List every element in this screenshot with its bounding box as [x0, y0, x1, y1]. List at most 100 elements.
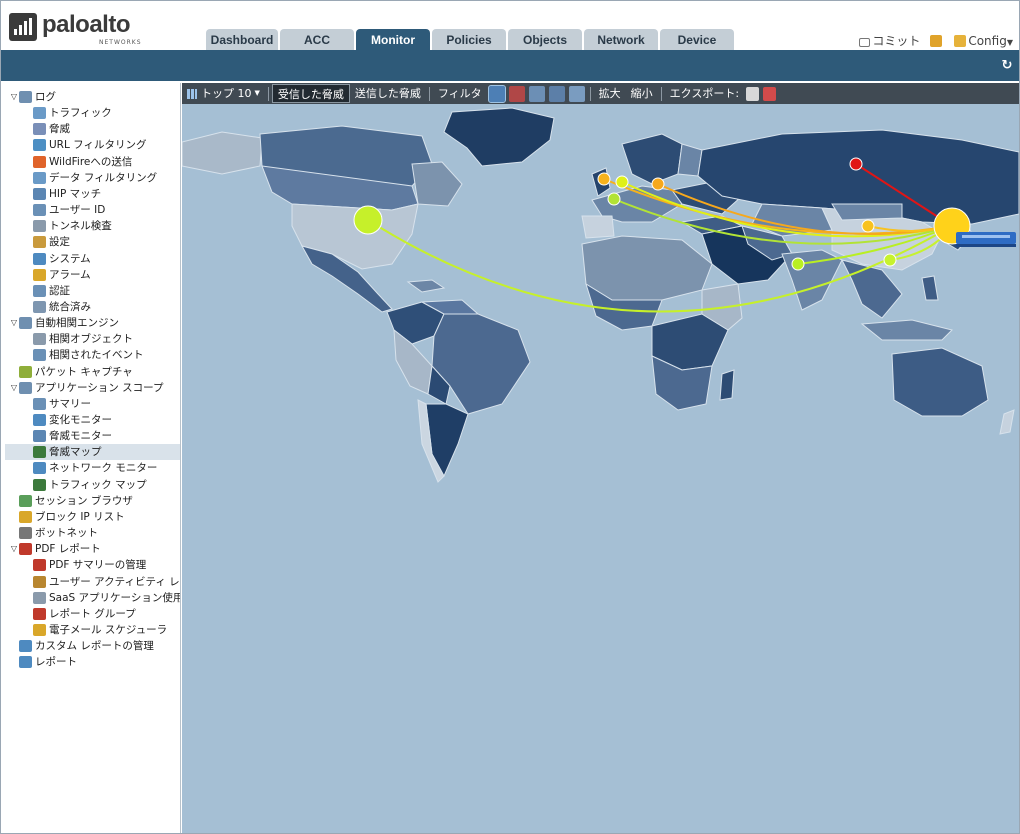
sidebar-item-label: ユーザー ID: [49, 204, 106, 217]
sidebar-item[interactable]: ▽ アプリケーション スコープ: [5, 380, 180, 396]
export-label: エクスポート:: [669, 87, 740, 100]
sidebar-item[interactable]: WildFireへの送信: [5, 154, 180, 170]
lock-icon[interactable]: [930, 34, 943, 47]
tab-device[interactable]: Device: [660, 29, 734, 50]
logo-wordmark: paloalto: [42, 11, 131, 38]
sidebar-item[interactable]: レポート グループ: [5, 606, 180, 622]
sidebar-item[interactable]: URL フィルタリング: [5, 137, 180, 153]
sidebar-item[interactable]: 脅威マップ: [5, 444, 180, 461]
land-philippines: [921, 275, 939, 301]
sidebar-item[interactable]: 電子メール スケジューラ: [5, 622, 180, 638]
pdf-summary-icon: [33, 559, 46, 572]
sidebar-item[interactable]: トラフィック マップ: [5, 477, 180, 493]
sidebar-item[interactable]: 相関されたイベント: [5, 347, 180, 363]
tree-toggle-icon[interactable]: ▽: [9, 315, 19, 331]
sidebar-item[interactable]: セッション ブラウザ: [5, 493, 180, 509]
saas-icon: [33, 591, 46, 604]
received-threats-button[interactable]: 受信した脅威: [271, 84, 350, 103]
sidebar-item[interactable]: システム: [5, 251, 180, 267]
tree-toggle-icon[interactable]: ▽: [9, 89, 19, 105]
bar-chart-icon: [187, 88, 197, 99]
sidebar-item[interactable]: アラーム: [5, 267, 180, 283]
sidebar-item-label: セッション ブラウザ: [35, 494, 133, 507]
custom-report-icon: [19, 640, 32, 653]
refresh-icon[interactable]: ↻: [1001, 59, 1013, 72]
sidebar-item[interactable]: レポート: [5, 654, 180, 670]
config-menu[interactable]: Config▼: [954, 34, 1013, 48]
sidebar-item[interactable]: ユーザー アクティビティ レポ: [5, 574, 181, 590]
user-id-icon: [33, 204, 46, 217]
sidebar-item[interactable]: PDF サマリーの管理: [5, 557, 180, 573]
zoom-out-button[interactable]: 縮小: [626, 84, 658, 103]
sidebar-item[interactable]: 脅威: [5, 121, 180, 137]
paloalto-logo[interactable]: paloalto NETWORKS: [9, 11, 149, 47]
filter-high-icon[interactable]: [508, 85, 525, 102]
filter-info-icon[interactable]: [568, 85, 585, 102]
zoom-in-button[interactable]: 拡大: [594, 84, 626, 103]
sidebar-item-label: ユーザー アクティビティ レポ: [49, 575, 181, 588]
threat-map[interactable]: [182, 104, 1019, 833]
logo-subtitle: NETWORKS: [99, 39, 142, 46]
sidebar-item[interactable]: 変化モニター: [5, 412, 180, 428]
sidebar-item-label: カスタム レポートの管理: [35, 640, 154, 653]
source-marker-central-europe: [651, 177, 665, 191]
sidebar-item[interactable]: 認証: [5, 283, 180, 299]
hip-icon: [33, 187, 46, 200]
sidebar-item[interactable]: ボットネット: [5, 525, 180, 541]
sidebar-item[interactable]: ブロック IP リスト: [5, 509, 180, 525]
sidebar-item[interactable]: 相関オブジェクト: [5, 331, 180, 347]
sidebar-nav: ▽ ログトラフィック 脅威 URL フィルタリング WildFireへの送信データ フィ…: [5, 83, 181, 833]
filter-medium-icon[interactable]: [528, 85, 545, 102]
top-n-dropdown[interactable]: トップ 10 ▼: [182, 84, 265, 103]
sidebar-item[interactable]: ネットワーク モニター: [5, 460, 180, 476]
tab-monitor[interactable]: Monitor: [356, 29, 430, 50]
sidebar-item[interactable]: トラフィック: [5, 105, 180, 121]
sidebar-item[interactable]: SaaS アプリケーション使用率: [5, 590, 180, 606]
sidebar-item-label: トラフィック マップ: [49, 478, 147, 491]
sidebar-item[interactable]: データ フィルタリング: [5, 170, 180, 186]
sidebar-item[interactable]: ▽ 自動相関エンジン: [5, 315, 180, 331]
filter-critical-icon[interactable]: [487, 84, 506, 103]
sent-threats-button[interactable]: 送信した脅威: [350, 84, 426, 103]
sidebar-item-label: トンネル検査: [49, 220, 112, 233]
sidebar-item[interactable]: ▽ ログ: [5, 89, 180, 105]
sidebar-item[interactable]: カスタム レポートの管理: [5, 638, 180, 654]
sidebar-item[interactable]: 脅威モニター: [5, 428, 180, 444]
tree-toggle-icon[interactable]: ▽: [9, 380, 19, 396]
sidebar-item[interactable]: パケット キャプチャ: [5, 364, 180, 380]
sidebar-item-label: ログ: [35, 91, 56, 103]
tab-dashboard[interactable]: Dashboard: [206, 29, 278, 50]
change-monitor-icon: [33, 414, 46, 426]
logs-icon: [19, 91, 32, 103]
export-pdf-icon[interactable]: [763, 86, 777, 101]
sidebar-item[interactable]: トンネル検査: [5, 218, 180, 234]
sidebar-item[interactable]: 統合済み: [5, 299, 180, 315]
app-scope-icon: [19, 381, 32, 394]
tab-acc[interactable]: ACC: [280, 29, 354, 50]
commit-label: コミット: [872, 34, 921, 48]
sidebar-item[interactable]: サマリー: [5, 396, 180, 412]
land-australia: [891, 347, 989, 417]
filter-low-icon[interactable]: [548, 85, 565, 102]
tab-network[interactable]: Network: [584, 29, 658, 50]
land-iberia: [581, 215, 615, 239]
sidebar-item-label: サマリー: [49, 397, 91, 410]
tree-toggle-icon[interactable]: ▽: [9, 541, 19, 557]
sidebar-item-label: PDF レポート: [35, 543, 101, 556]
summary-icon: [33, 397, 46, 410]
sidebar-item-label: 相関されたイベント: [49, 349, 144, 362]
sidebar-item[interactable]: ▽ PDF レポート: [5, 541, 180, 557]
sidebar-item[interactable]: 設定: [5, 234, 180, 250]
sidebar-item-label: 相関オブジェクト: [49, 333, 133, 346]
sidebar-item-label: 脅威モニター: [49, 430, 112, 443]
sidebar-item-label: WildFireへの送信: [49, 155, 133, 168]
commit-button[interactable]: コミット: [859, 32, 920, 49]
tab-policies[interactable]: Policies: [432, 29, 506, 50]
tab-objects[interactable]: Objects: [508, 29, 582, 50]
export-csv-icon[interactable]: [746, 86, 760, 101]
sidebar-item[interactable]: HIP マッチ: [5, 186, 180, 202]
source-marker-russia: [849, 157, 863, 171]
correlation-object-icon: [33, 333, 46, 346]
sidebar-item[interactable]: ユーザー ID: [5, 202, 180, 218]
system-icon: [33, 252, 46, 265]
